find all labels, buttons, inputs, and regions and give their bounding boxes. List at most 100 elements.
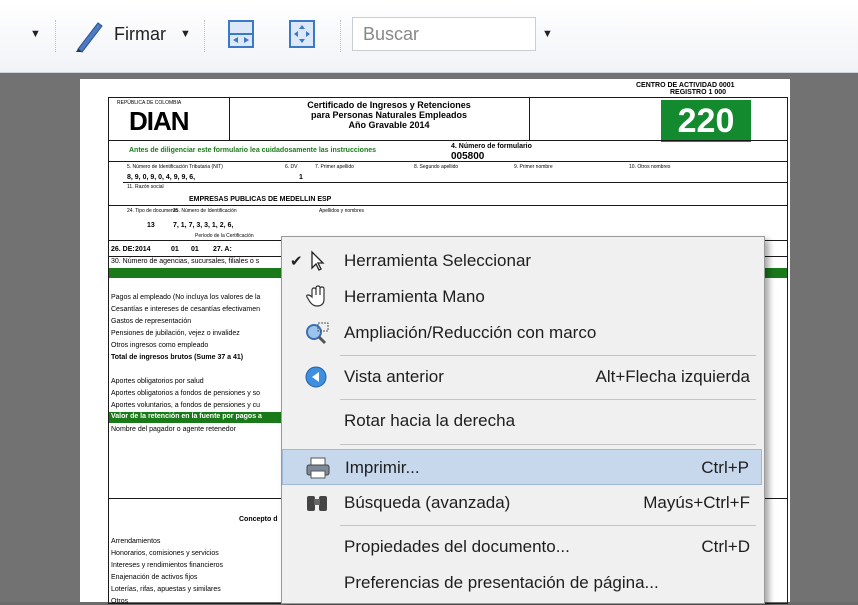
surname1-label: 7. Primer apellido: [315, 164, 354, 170]
name1-label: 9. Primer nombre: [514, 164, 553, 170]
period-month: 01: [171, 246, 179, 253]
menu-shortcut: Mayús+Ctrl+F: [643, 493, 750, 512]
form-row: Otros ingresos como empleado: [111, 342, 209, 349]
apellidos-label: Apellidos y nombres: [319, 208, 365, 214]
search-dropdown-arrow[interactable]: ▼: [542, 28, 553, 40]
divider: [229, 98, 230, 140]
menu-item-print[interactable]: Imprimir... Ctrl+P: [282, 449, 762, 485]
marquee-zoom-icon: [304, 321, 330, 345]
concept-label: Concepto d: [239, 516, 278, 523]
menu-label: Preferencias de presentación de página..…: [344, 573, 659, 592]
toolbar-separator: [340, 20, 343, 52]
menu-separator: [340, 525, 756, 526]
menu-item-previous-view[interactable]: Vista anterior Alt+Flecha izquierda: [282, 359, 762, 395]
period-day: 01: [191, 246, 199, 253]
form-number: 220: [661, 100, 751, 142]
hand-icon: [304, 285, 330, 309]
menu-label: Búsqueda (avanzada): [344, 493, 511, 512]
menu-separator: [340, 355, 756, 356]
menu-shortcut: Alt+Flecha izquierda: [595, 367, 750, 386]
form-row: Cesantías e intereses de cesantías efect…: [111, 306, 261, 313]
divider: [109, 205, 787, 206]
title-line-2: para Personas Naturales Empleados: [310, 110, 468, 120]
zoom-dropdown-arrow[interactable]: ▼: [30, 28, 41, 40]
doc-type-value: 13: [147, 222, 155, 229]
register-label: REGISTRO 1 000: [670, 89, 727, 96]
menu-label: Vista anterior: [344, 367, 444, 386]
nit-label: 5. Número de Identificación Tributaria (…: [127, 164, 223, 170]
dian-logo: DIAN: [129, 106, 190, 136]
menu-label: Herramienta Mano: [344, 287, 485, 306]
menu-shortcut: Ctrl+P: [701, 458, 749, 477]
pen-icon[interactable]: [72, 17, 103, 53]
menu-separator: [340, 444, 756, 445]
bottom-row: Honorarios, comisiones y servicios: [111, 550, 219, 557]
menu-item-document-properties[interactable]: Propiedades del documento... Ctrl+D: [282, 529, 762, 565]
id-label: 25. Número de Identificación: [173, 208, 237, 214]
nit-value: 8, 9, 0, 9, 0, 4, 9, 9, 6,: [127, 174, 196, 181]
menu-item-select-tool[interactable]: ✔ Herramienta Seleccionar: [282, 243, 762, 279]
title-line-3: Año Gravable 2014: [348, 120, 430, 130]
period-from-label: 26. DE:: [111, 246, 135, 253]
sign-button[interactable]: Firmar: [114, 24, 166, 45]
divider: [123, 182, 787, 183]
period-label: Período de la Certificación: [195, 233, 254, 239]
sign-dropdown-arrow[interactable]: ▼: [180, 28, 191, 40]
retention-bar: Valor de la retención en la fuente por p…: [109, 412, 309, 423]
form-row: Aportes obligatorios a fondos de pension…: [111, 390, 261, 397]
instructions: Antes de diligenciar este formulario lea…: [129, 147, 377, 154]
divider: [109, 140, 787, 141]
menu-item-marquee-zoom[interactable]: Ampliación/Reducción con marco: [282, 315, 762, 351]
bottom-row: Intereses y rendimientos financieros: [111, 562, 224, 569]
razon-label: 11. Razón social: [127, 184, 164, 190]
bottom-row: Loterías, rifas, apuestas y similares: [111, 586, 221, 593]
toolbar-separator: [55, 20, 58, 52]
toolbar: ▼ Firmar ▼ Buscar ▼: [0, 0, 858, 73]
menu-item-hand-tool[interactable]: Herramienta Mano: [282, 279, 762, 315]
divider: [529, 98, 530, 140]
form-title: Certificado de Ingresos y Retenciones pa…: [269, 100, 509, 130]
id-value: 7, 1, 7, 3, 3, 1, 2, 6,: [173, 222, 234, 229]
form-row: Total de ingresos brutos (Sume 37 a 41): [111, 354, 244, 361]
retention-label: Valor de la retención en la fuente por p…: [111, 413, 262, 420]
menu-label: Herramienta Seleccionar: [344, 251, 532, 270]
period-year: 2014: [135, 246, 151, 253]
printer-icon: [305, 456, 331, 480]
menu-item-rotate-right[interactable]: Rotar hacia la derecha: [282, 403, 762, 439]
binoculars-icon: [304, 491, 330, 515]
name2-label: 10. Otros nombres: [629, 164, 671, 170]
center-label: CENTRO DE ACTIVIDAD 0001: [636, 82, 735, 89]
dv-label: 6. DV: [285, 164, 298, 170]
divider: [109, 161, 787, 162]
menu-separator: [340, 399, 756, 400]
menu-item-page-display-preferences[interactable]: Preferencias de presentación de página..…: [282, 565, 762, 601]
context-menu: ✔ Herramienta Seleccionar Herramienta Ma…: [281, 236, 765, 604]
doc-type-label: 24. Tipo de documento: [127, 208, 178, 214]
menu-label: Rotar hacia la derecha: [344, 411, 516, 430]
agencias-row: 30. Número de agencias, sucursales, fili…: [111, 258, 260, 265]
back-arrow-icon: [304, 365, 330, 389]
form-row: Pensiones de jubilación, vejez o invalid…: [111, 330, 240, 337]
menu-label: Ampliación/Reducción con marco: [344, 323, 597, 342]
form-row: Aportes obligatorios por salud: [111, 378, 204, 385]
menu-label: Propiedades del documento...: [344, 537, 570, 556]
arrow-cursor-icon: [304, 249, 330, 273]
fit-width-icon[interactable]: [226, 17, 256, 51]
menu-item-advanced-search[interactable]: Búsqueda (avanzada) Mayús+Ctrl+F: [282, 485, 762, 521]
menu-label: Imprimir...: [345, 458, 420, 477]
form-row: Gastos de representación: [111, 318, 192, 325]
check-icon: ✔: [290, 253, 303, 270]
bottom-row: Enajenación de activos fijos: [111, 574, 198, 581]
title-line-1: Certificado de Ingresos y Retenciones: [307, 100, 471, 110]
fit-page-icon[interactable]: [287, 17, 317, 51]
razon-value: EMPRESAS PUBLICAS DE MEDELLIN ESP: [189, 196, 332, 203]
form-row: Nombre del pagador o agente retenedor: [111, 426, 236, 433]
surname2-label: 8. Segundo apellido: [414, 164, 459, 170]
form-row: Aportes voluntarios, a fondos de pension…: [111, 402, 261, 409]
period-to-label: 27. A:: [213, 246, 232, 253]
search-input[interactable]: Buscar: [352, 17, 536, 51]
toolbar-separator: [204, 20, 207, 52]
menu-shortcut: Ctrl+D: [701, 537, 750, 556]
form-row: Pagos al empleado (No incluya los valore…: [111, 294, 261, 301]
dv-value: 1: [299, 174, 303, 181]
